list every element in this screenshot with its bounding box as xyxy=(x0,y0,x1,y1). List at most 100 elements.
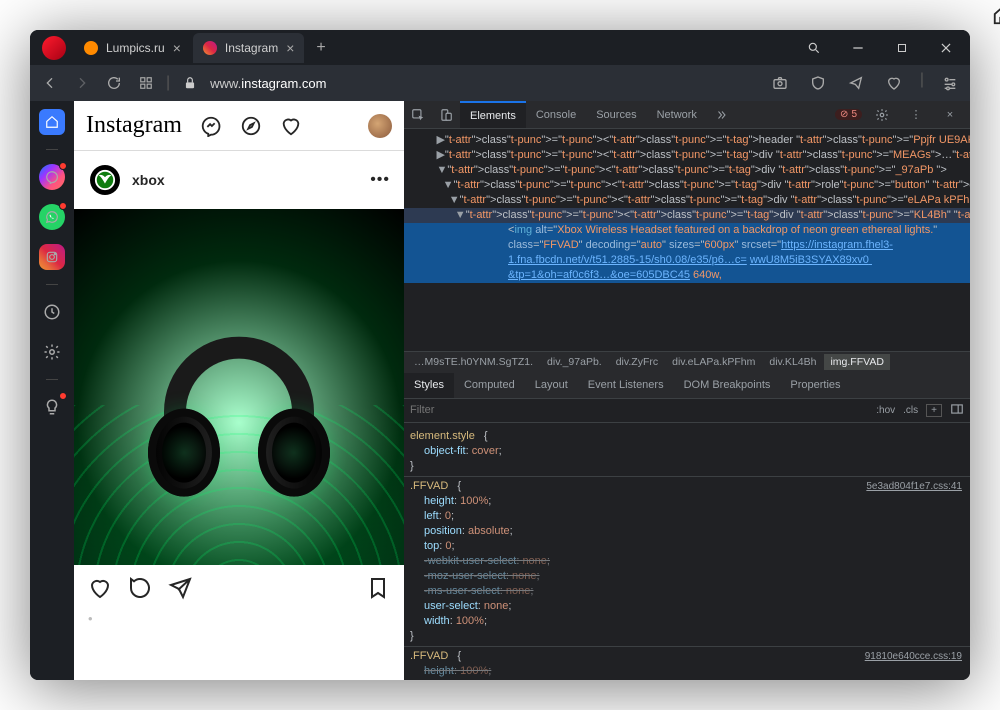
devtools-close-icon[interactable]: × xyxy=(936,109,964,121)
sidebar-settings-icon[interactable] xyxy=(39,339,65,365)
inspect-element-icon[interactable] xyxy=(404,101,432,128)
minimize-button[interactable] xyxy=(838,33,878,63)
close-tab-icon[interactable]: × xyxy=(173,40,181,56)
dom-node[interactable]: ▶"t-attr">class"t-punc">="t-punc"><"t-at… xyxy=(404,133,970,148)
css-property[interactable]: user-select: none; xyxy=(404,599,970,614)
hover-toggle[interactable]: :hov xyxy=(876,405,895,416)
dom-node[interactable]: <img alt="Xbox Wireless Headset featured… xyxy=(404,223,970,283)
styles-tab-styles[interactable]: Styles xyxy=(404,373,454,398)
css-source-link[interactable]: 5e3ad804f1e7.css:41 xyxy=(866,479,962,494)
instagram-logo[interactable]: Instagram xyxy=(86,112,182,139)
xbox-icon xyxy=(94,169,116,191)
activity-heart-icon[interactable] xyxy=(280,115,302,137)
opera-menu-icon[interactable] xyxy=(42,36,66,60)
close-tab-icon[interactable]: × xyxy=(286,40,294,56)
devtools-settings-icon[interactable] xyxy=(868,108,896,122)
sidebar-history-icon[interactable] xyxy=(39,299,65,325)
tab-lumpics[interactable]: Lumpics.ru × xyxy=(74,33,191,63)
cls-toggle[interactable]: .cls xyxy=(903,405,918,416)
css-property[interactable]: top: 0; xyxy=(404,539,970,554)
snapshot-icon[interactable] xyxy=(768,71,792,95)
breadcrumb-item[interactable]: div.eLAPa.kPFhm xyxy=(666,354,761,370)
css-property[interactable]: position: absolute; xyxy=(404,524,970,539)
css-property[interactable]: height: 100%; xyxy=(404,494,970,509)
tab-instagram[interactable]: Instagram × xyxy=(193,33,305,63)
error-count-badge[interactable]: 5 xyxy=(835,109,862,120)
css-property[interactable]: -webkit-user-select: none; xyxy=(404,554,970,569)
breadcrumb-item[interactable]: img.FFVAD xyxy=(824,354,889,370)
comment-icon[interactable] xyxy=(128,576,152,600)
breadcrumb-item[interactable]: div._97aPb. xyxy=(541,354,608,370)
tab-label: Instagram xyxy=(225,41,278,55)
post-username[interactable]: xbox xyxy=(132,172,165,188)
css-rule[interactable]: 91810e640cce.css:19.FFVAD {height: 100%;… xyxy=(404,647,970,680)
dom-node[interactable]: ▼"t-attr">class"t-punc">="t-punc"><"t-at… xyxy=(404,178,970,193)
share-icon[interactable] xyxy=(168,576,192,600)
post-image[interactable] xyxy=(74,209,404,565)
dom-node[interactable]: ▼"t-attr">class"t-punc">="t-punc"><"t-at… xyxy=(404,193,970,208)
dom-node[interactable]: ▼"t-attr">class"t-punc">="t-punc"><"t-at… xyxy=(404,163,970,178)
speed-dial-icon[interactable] xyxy=(134,71,158,95)
more-tabs-icon[interactable] xyxy=(707,101,735,128)
messenger-icon[interactable] xyxy=(200,115,222,137)
sidebar-whatsapp-icon[interactable] xyxy=(39,204,65,230)
explore-icon[interactable] xyxy=(240,115,262,137)
reload-button[interactable] xyxy=(102,71,126,95)
devtools-tab-sources[interactable]: Sources xyxy=(586,101,646,128)
easy-setup-icon[interactable] xyxy=(938,71,962,95)
heart-icon[interactable] xyxy=(882,71,906,95)
new-tab-button[interactable]: + xyxy=(306,39,335,57)
breadcrumb-item[interactable]: div.KL4Bh xyxy=(763,354,822,370)
styles-tab-dom-breakpoints[interactable]: DOM Breakpoints xyxy=(674,373,781,398)
close-window-button[interactable] xyxy=(926,33,966,63)
breadcrumb[interactable]: …M9sTE.h0YNM.SgTZ1.div._97aPb.div.ZyFrcd… xyxy=(404,351,970,373)
back-button[interactable] xyxy=(38,71,62,95)
devtools-tab-elements[interactable]: Elements xyxy=(460,101,526,128)
sidebar-instagram-icon[interactable] xyxy=(39,244,65,270)
lock-icon[interactable] xyxy=(178,71,202,95)
post-author-avatar[interactable] xyxy=(88,163,122,197)
sidebar-pinboards-icon[interactable] xyxy=(39,394,65,420)
styles-tab-computed[interactable]: Computed xyxy=(454,373,525,398)
like-icon[interactable] xyxy=(88,576,112,600)
css-property[interactable]: height: 100%; xyxy=(404,664,970,679)
styles-panel[interactable]: element.style {object-fit: cover;}5e3ad8… xyxy=(404,423,970,680)
css-rule[interactable]: element.style {object-fit: cover;} xyxy=(404,427,970,477)
sidebar-messenger-icon[interactable] xyxy=(39,164,65,190)
breadcrumb-item[interactable]: div.ZyFrc xyxy=(610,354,664,370)
css-property[interactable]: -ms-user-select: none; xyxy=(404,584,970,599)
profile-avatar[interactable] xyxy=(368,114,392,138)
shield-icon[interactable] xyxy=(806,71,830,95)
styles-tab-layout[interactable]: Layout xyxy=(525,373,578,398)
dom-tree[interactable]: ▶"t-attr">class"t-punc">="t-punc"><"t-at… xyxy=(404,129,970,351)
css-property[interactable]: -moz-user-select: none; xyxy=(404,569,970,584)
favicon-icon xyxy=(84,41,98,55)
css-source-link[interactable]: 91810e640cce.css:19 xyxy=(865,649,962,664)
bookmark-icon[interactable] xyxy=(366,576,390,600)
css-rule[interactable]: 5e3ad804f1e7.css:41.FFVAD {height: 100%;… xyxy=(404,477,970,647)
device-toolbar-icon[interactable] xyxy=(432,101,460,128)
css-property[interactable]: object-fit: cover; xyxy=(404,444,970,459)
devtools-tab-network[interactable]: Network xyxy=(647,101,707,128)
dom-node[interactable]: ▼"t-attr">class"t-punc">="t-punc"><"t-at… xyxy=(404,208,970,223)
maximize-button[interactable] xyxy=(882,33,922,63)
styles-filter-input[interactable] xyxy=(410,404,868,416)
css-property[interactable]: left: 0; xyxy=(404,509,970,524)
dom-node[interactable]: ▶"t-attr">class"t-punc">="t-punc"><"t-at… xyxy=(404,148,970,163)
css-property[interactable]: width: 100%; xyxy=(404,614,970,629)
toggle-sidebar-icon[interactable] xyxy=(950,402,964,419)
devtools-more-icon[interactable]: ⋮ xyxy=(902,108,930,121)
url-text[interactable]: www.instagram.com xyxy=(210,76,326,91)
styles-tab-properties[interactable]: Properties xyxy=(780,373,850,398)
search-tabs-icon[interactable] xyxy=(794,33,834,63)
breadcrumb-item[interactable]: …M9sTE.h0YNM.SgTZ1. xyxy=(408,354,539,370)
styles-tab-event-listeners[interactable]: Event Listeners xyxy=(578,373,674,398)
new-rule-button[interactable]: + xyxy=(926,404,942,417)
devtools-tab-console[interactable]: Console xyxy=(526,101,586,128)
sidebar-home-icon[interactable] xyxy=(39,109,65,135)
send-icon[interactable] xyxy=(844,71,868,95)
browser-window: Lumpics.ru × Instagram × + | www.instagr… xyxy=(30,30,970,680)
post-more-button[interactable]: ••• xyxy=(370,171,390,189)
css-property[interactable]: left: 0; xyxy=(404,679,970,680)
forward-button[interactable] xyxy=(70,71,94,95)
